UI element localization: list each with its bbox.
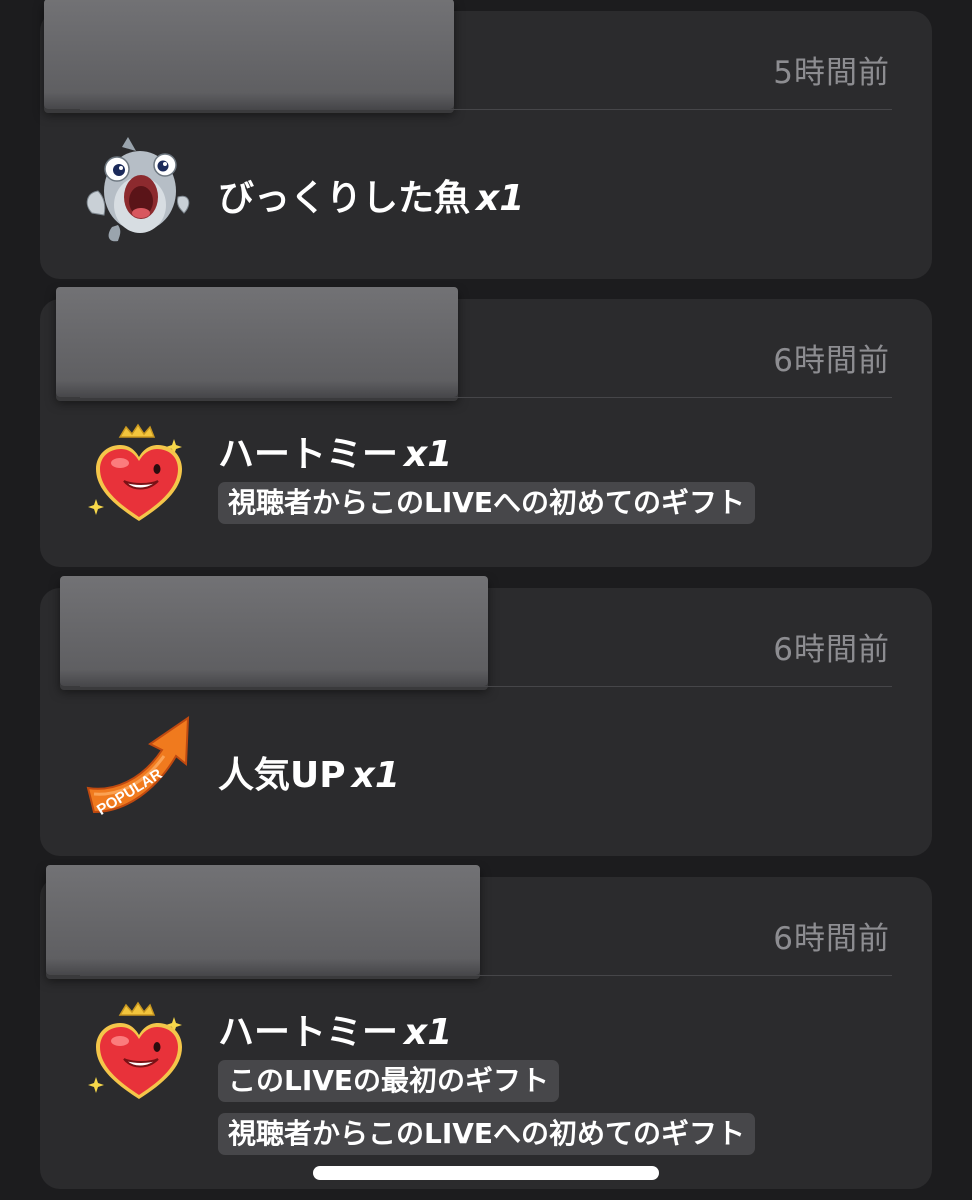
gift-card[interactable]: 6時間前 POPULAR 人気UP x1 — [40, 576, 932, 856]
divider — [80, 975, 892, 976]
gift-time: 6時間前 — [773, 632, 890, 668]
first-live-gift-badge: このLIVEの最初のギフト — [218, 1060, 560, 1102]
gift-card[interactable]: 5時間前 びっくりした魚 x1 — [40, 0, 932, 279]
divider — [80, 686, 892, 687]
redacted-username — [56, 287, 458, 397]
gift-name: びっくりした魚 x1 — [218, 178, 525, 219]
gift-time: 5時間前 — [773, 55, 890, 91]
popular-arrow-icon: POPULAR — [86, 716, 190, 819]
first-gift-badge: 視聴者からこのLIVEへの初めてのギフト — [218, 1113, 756, 1155]
gift-time: 6時間前 — [773, 343, 890, 379]
gift-card[interactable]: 6時間前 ハートミー x1 このLIVEの最初のギフト 視聴者からこのLIVEへの… — [40, 865, 932, 1189]
divider — [80, 109, 892, 110]
gift-name: ハートミー x1 — [218, 1012, 453, 1053]
heart-me-icon — [88, 1001, 182, 1099]
redacted-username — [60, 576, 488, 686]
home-indicator[interactable] — [313, 1166, 659, 1180]
divider — [80, 397, 892, 398]
redacted-username — [44, 0, 454, 109]
surprised-fish-icon — [86, 137, 190, 242]
gift-history-screen: 5時間前 びっくりした魚 x1 6時間前 ハートミー x1 視聴者からこのLIV… — [0, 0, 972, 1200]
gift-card[interactable]: 6時間前 ハートミー x1 視聴者からこのLIVEへの初めてのギフト — [40, 287, 932, 567]
gift-name: 人気UP x1 — [218, 755, 400, 796]
redacted-username — [46, 865, 480, 975]
gift-name: ハートミー x1 — [218, 434, 453, 475]
gift-time: 6時間前 — [773, 921, 890, 957]
heart-me-icon — [88, 423, 182, 521]
first-gift-badge: 視聴者からこのLIVEへの初めてのギフト — [218, 482, 756, 524]
